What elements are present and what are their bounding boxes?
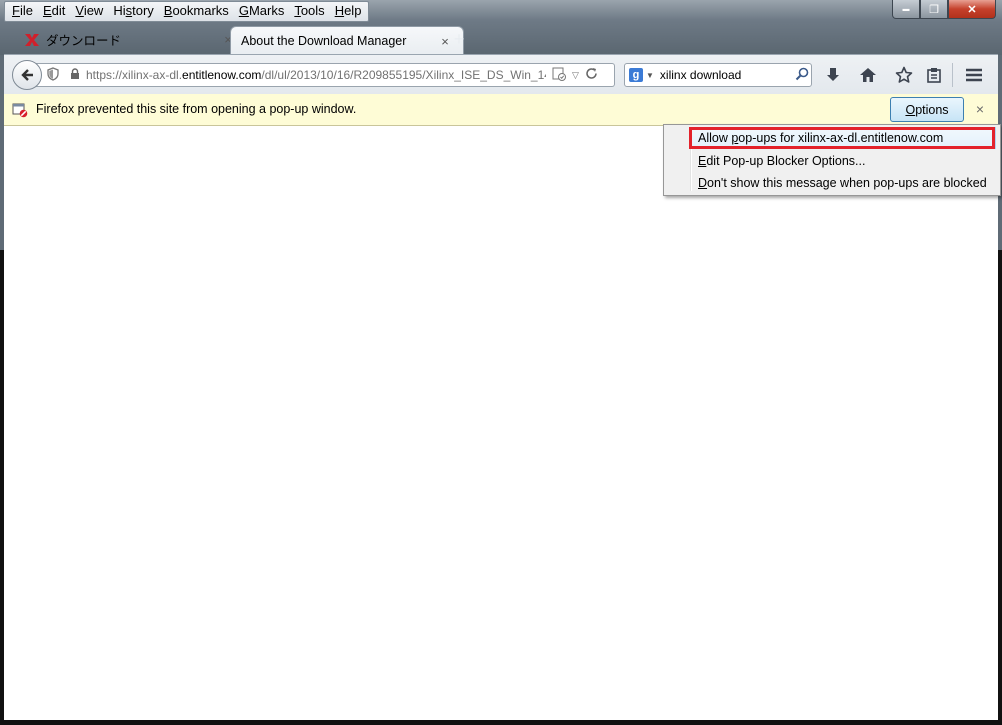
back-arrow-icon: [21, 69, 33, 81]
menu-edit[interactable]: Edit: [38, 2, 70, 21]
menu-history[interactable]: History: [108, 2, 158, 21]
search-input[interactable]: xilinx download: [660, 68, 793, 82]
plus-icon: +: [453, 29, 465, 49]
search-icon[interactable]: [793, 67, 811, 84]
annotation-highlight-box: [689, 127, 995, 149]
download-arrow-icon: [827, 68, 839, 81]
google-engine-icon[interactable]: g: [629, 68, 643, 82]
menu-bar: File Edit View History Bookmarks GMarks …: [4, 1, 370, 22]
back-button[interactable]: [12, 60, 42, 90]
home-button[interactable]: [857, 64, 879, 86]
xilinx-logo-icon: [24, 32, 40, 48]
notification-close-icon[interactable]: ×: [972, 101, 988, 117]
tab-title: ダウンロード: [46, 34, 122, 48]
menu-item-edit-blocker-options[interactable]: Edit Pop-up Blocker Options...: [698, 154, 865, 168]
url-bar[interactable]: https://xilinx-ax-dl.entitlenow.com/dl/u…: [36, 63, 615, 87]
tab-downloads[interactable]: ダウンロード ×: [14, 25, 246, 54]
url-text: https://xilinx-ax-dl.entitlenow.com/dl/u…: [86, 68, 546, 82]
bookmark-star-button[interactable]: [893, 64, 915, 86]
menu-gmarks[interactable]: GMarks: [234, 2, 290, 21]
close-window-button[interactable]: ✕: [948, 0, 996, 19]
popup-blocked-icon: [12, 102, 28, 118]
engine-dropdown-icon[interactable]: ▼: [646, 71, 654, 80]
reload-icon[interactable]: [585, 67, 598, 83]
minimize-button[interactable]: ▬: [892, 0, 920, 19]
downloads-button[interactable]: [822, 64, 844, 86]
close-icon: ✕: [967, 3, 977, 16]
menu-view[interactable]: View: [70, 2, 108, 21]
menu-file[interactable]: File: [7, 2, 38, 21]
menu-bookmarks[interactable]: Bookmarks: [159, 2, 234, 21]
tab-title: About the Download Manager: [241, 34, 407, 48]
toolbar-separator: [952, 63, 953, 87]
menu-help[interactable]: Help: [330, 2, 367, 21]
dropdown-arrow-icon[interactable]: ▽: [572, 70, 579, 81]
maximize-icon: ❐: [929, 3, 939, 16]
menu-tools[interactable]: Tools: [289, 2, 329, 21]
page-content: [4, 126, 998, 720]
star-icon: [895, 66, 913, 83]
clipboard-icon: [927, 68, 941, 83]
options-button[interactable]: Options: [890, 97, 964, 122]
minimize-icon: ▬: [902, 5, 910, 13]
new-tab-button[interactable]: +: [449, 28, 469, 50]
notification-message: Firefox prevented this site from opening…: [36, 102, 357, 116]
maximize-button[interactable]: ❐: [920, 0, 948, 19]
lock-icon[interactable]: [70, 67, 80, 83]
search-bar[interactable]: g ▼ xilinx download: [624, 63, 812, 87]
menu-item-dont-show-message[interactable]: Don't show this message when pop-ups are…: [698, 176, 987, 190]
bookmarks-menu-button[interactable]: [923, 64, 945, 86]
hamburger-icon: [966, 68, 982, 82]
shield-icon[interactable]: [46, 66, 62, 84]
window-controls: ▬ ❐ ✕: [892, 0, 996, 19]
tab-about-download-manager[interactable]: About the Download Manager ×: [230, 26, 464, 55]
browser-window: File Edit View History Bookmarks GMarks …: [0, 0, 1002, 725]
home-icon: [860, 68, 876, 82]
popup-blocked-notification: Firefox prevented this site from opening…: [4, 94, 998, 126]
open-menu-button[interactable]: [963, 64, 985, 86]
navigation-toolbar: https://xilinx-ax-dl.entitlenow.com/dl/u…: [4, 54, 998, 96]
reader-view-icon[interactable]: [552, 67, 566, 84]
